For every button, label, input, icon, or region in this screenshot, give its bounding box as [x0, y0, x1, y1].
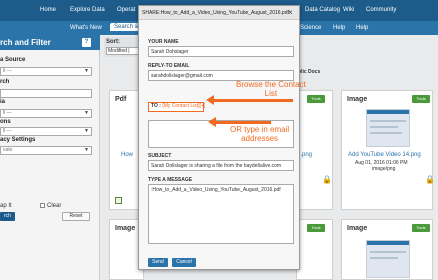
sidebar-title: rch and Filter	[0, 38, 51, 47]
sort-label: Sort:	[106, 39, 120, 45]
to-contact-list-field[interactable]: TO : [My Contact List][+]	[148, 102, 205, 112]
reply-to-label: REPLY-TO EMAIL	[148, 63, 190, 69]
thumb-header	[367, 110, 409, 114]
chevron-down-icon: ▼	[84, 128, 89, 134]
regions-value: ll —	[3, 128, 12, 134]
media-label: ia	[0, 99, 6, 105]
card-type-label: Image	[115, 225, 136, 232]
search-label: rch	[0, 79, 10, 85]
message-textarea[interactable]: :How_to_Add_a_Video_Using_YouTube_August…	[148, 184, 294, 244]
privacy-settings-label: acy Settings	[0, 137, 36, 143]
send-button[interactable]: Send	[148, 258, 168, 267]
nav-data-catalog[interactable]: Data Catalog	[305, 7, 340, 13]
help-button[interactable]: ?	[82, 38, 91, 47]
cancel-button[interactable]: Cancel	[172, 258, 196, 267]
annotation-line-2: addresses	[241, 134, 279, 143]
annotation-line-1: Browse the Contact	[236, 80, 306, 89]
your-name-label: YOUR NAME	[148, 39, 179, 45]
map-it-label: ap It	[0, 203, 12, 209]
chevron-down-icon: ▼	[84, 68, 89, 74]
contact-list-link[interactable]: [My Contact List][+]	[162, 103, 205, 109]
card-thumbnail[interactable]	[366, 240, 410, 278]
subject-label: SUBJECT	[148, 153, 172, 159]
result-card-image-6[interactable]: Image Tools	[341, 219, 433, 280]
card-type-label: Pdf	[115, 96, 127, 103]
message-label: TYPE A MESSAGE	[148, 177, 193, 183]
media-select[interactable]: ll — ▼	[0, 109, 92, 118]
clear-checkbox-row[interactable]: Clear	[40, 203, 61, 209]
thumb-line	[370, 126, 398, 128]
privacy-select[interactable]: vate ▼	[0, 146, 92, 155]
map-it-row[interactable]: ap It	[0, 203, 12, 209]
data-source-value: ll —	[3, 68, 12, 74]
type-email-annotation: OR type in email addresses	[230, 125, 289, 143]
nav-home[interactable]: Home	[40, 7, 56, 13]
data-source-select[interactable]: ll — ▼	[0, 67, 92, 76]
regions-select[interactable]: ll — ▼	[0, 127, 92, 136]
card-thumbnail[interactable]	[366, 109, 410, 147]
public-docs-heading: blic Docs	[298, 69, 321, 75]
clear-checkbox[interactable]	[40, 203, 45, 208]
sidebar-header: rch and Filter ?	[0, 35, 100, 50]
close-icon[interactable]: ×	[288, 8, 293, 17]
privacy-value: vate	[3, 147, 13, 153]
chevron-down-icon: ▼	[84, 110, 89, 116]
data-source-label: a Source	[0, 57, 26, 63]
tools-button[interactable]: Tools	[412, 224, 430, 232]
card-type-label: Image	[347, 225, 368, 232]
search-filter-sidebar: rch and Filter ? a Source ll — ▼ rch ia …	[0, 35, 100, 280]
reset-button[interactable]: Reset	[62, 212, 90, 221]
card-caption[interactable]: Add YouTube Video 14.png	[348, 152, 421, 158]
result-card-image-2[interactable]: Tools 5.png 🔒	[296, 90, 333, 210]
nav-explore-data[interactable]: Explore Data	[70, 7, 105, 13]
thumb-line	[370, 257, 398, 259]
thumb-line	[370, 120, 406, 122]
media-value: ll —	[3, 110, 12, 116]
dialog-title-bar: SHARE:How_to_Add_a_Video_Using_YouTube_A…	[139, 6, 299, 20]
tools-button[interactable]: Tools	[412, 95, 430, 103]
result-card-image-3[interactable]: Image Tools Add YouTube Video 14.png Aug…	[341, 90, 435, 210]
arrow-shaft	[213, 99, 293, 102]
nav-whats-new[interactable]: What's New	[70, 25, 102, 31]
card-type-label: Image	[347, 96, 368, 103]
nav-community[interactable]: Community	[366, 7, 396, 13]
card-caption[interactable]: How	[121, 152, 133, 158]
sort-bar: Sort: Modified |	[104, 37, 140, 57]
result-card-5[interactable]: Tools	[296, 219, 333, 280]
nav-wiki[interactable]: Wiki	[343, 7, 354, 13]
annotation-line-2: List	[264, 89, 278, 98]
thumb-header	[367, 241, 409, 245]
sort-select[interactable]: Modified |	[106, 47, 140, 55]
to-label: TO :	[151, 103, 161, 109]
thumb-line	[370, 132, 402, 134]
search-button[interactable]: rch	[0, 212, 15, 221]
tools-button[interactable]: Tools	[307, 224, 325, 232]
thumb-line	[370, 251, 406, 253]
your-name-field[interactable]: Sarah Dohslager	[148, 46, 294, 57]
arrow-shaft	[215, 121, 271, 124]
search-input[interactable]	[0, 89, 92, 98]
regions-label: ons	[0, 119, 11, 125]
annotation-line-1: OR type in email	[230, 125, 290, 134]
nav-operations[interactable]: Operat	[117, 7, 135, 13]
card-mime-type: image/png	[372, 166, 396, 172]
tools-button[interactable]: Tools	[307, 95, 325, 103]
lock-icon: 🔒	[425, 175, 435, 184]
chevron-down-icon: ▼	[84, 147, 89, 153]
nav-help-2[interactable]: Help	[356, 25, 368, 31]
dialog-title: SHARE:How_to_Add_a_Video_Using_YouTube_A…	[142, 10, 289, 16]
nav-help-1[interactable]: Help	[333, 25, 345, 31]
browse-contact-annotation: Browse the Contact List	[236, 80, 306, 98]
subject-field[interactable]: Sarah Dolislager is sharing a file from …	[148, 160, 294, 171]
lock-icon: 🔒	[322, 175, 332, 184]
file-icon	[115, 197, 122, 204]
clear-label: Clear	[47, 203, 62, 210]
nav-science[interactable]: Science	[300, 25, 321, 31]
